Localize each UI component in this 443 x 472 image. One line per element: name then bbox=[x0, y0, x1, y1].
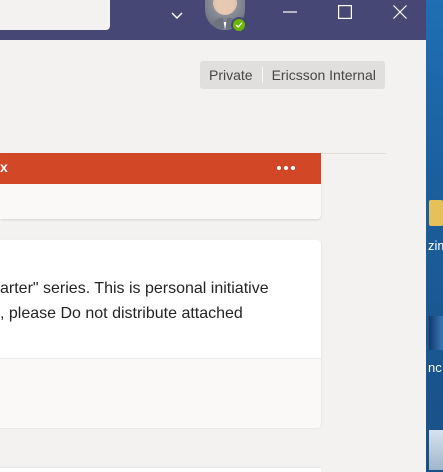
message-line: , please Do not distribute attached bbox=[0, 305, 243, 322]
message-card[interactable] bbox=[0, 468, 321, 472]
attachment-banner[interactable]: x bbox=[0, 153, 321, 184]
message-body: arter" series. This is personal initiati… bbox=[0, 276, 310, 326]
desktop-background: zim nc bbox=[426, 0, 443, 472]
minimize-button[interactable] bbox=[267, 0, 313, 24]
presence-available-icon bbox=[231, 17, 247, 33]
minimize-icon bbox=[283, 11, 297, 13]
scroll-gutter bbox=[386, 40, 426, 472]
more-options-icon bbox=[277, 166, 295, 170]
chevron-down-icon[interactable] bbox=[168, 7, 186, 25]
maximize-button[interactable] bbox=[322, 0, 368, 24]
title-bar bbox=[0, 0, 426, 40]
main-content: Private Ericsson Internal x arter" serie… bbox=[0, 40, 426, 472]
folder-icon[interactable] bbox=[429, 200, 443, 226]
channel-header: Private Ericsson Internal bbox=[0, 40, 386, 154]
more-options-button[interactable] bbox=[272, 159, 300, 177]
attachment-label: x bbox=[0, 159, 8, 175]
message-line: arter" series. This is personal initiati… bbox=[0, 280, 269, 297]
privacy-label: Private bbox=[209, 67, 253, 83]
desktop-image-icon[interactable] bbox=[429, 430, 443, 470]
close-button[interactable] bbox=[377, 0, 423, 24]
sensitivity-label: Ericsson Internal bbox=[271, 67, 376, 83]
desktop-icon-label: zim bbox=[428, 238, 443, 253]
maximize-icon bbox=[338, 5, 352, 19]
message-card[interactable]: x bbox=[0, 153, 321, 219]
sensitivity-badge[interactable]: Private Ericsson Internal bbox=[200, 61, 385, 89]
search-input[interactable] bbox=[0, 0, 110, 30]
message-card[interactable]: arter" series. This is personal initiati… bbox=[0, 240, 321, 428]
close-icon bbox=[393, 5, 407, 19]
reply-area[interactable] bbox=[0, 358, 321, 428]
desktop-app-icon[interactable] bbox=[429, 316, 443, 350]
desktop-icon-label: nc bbox=[428, 360, 442, 375]
